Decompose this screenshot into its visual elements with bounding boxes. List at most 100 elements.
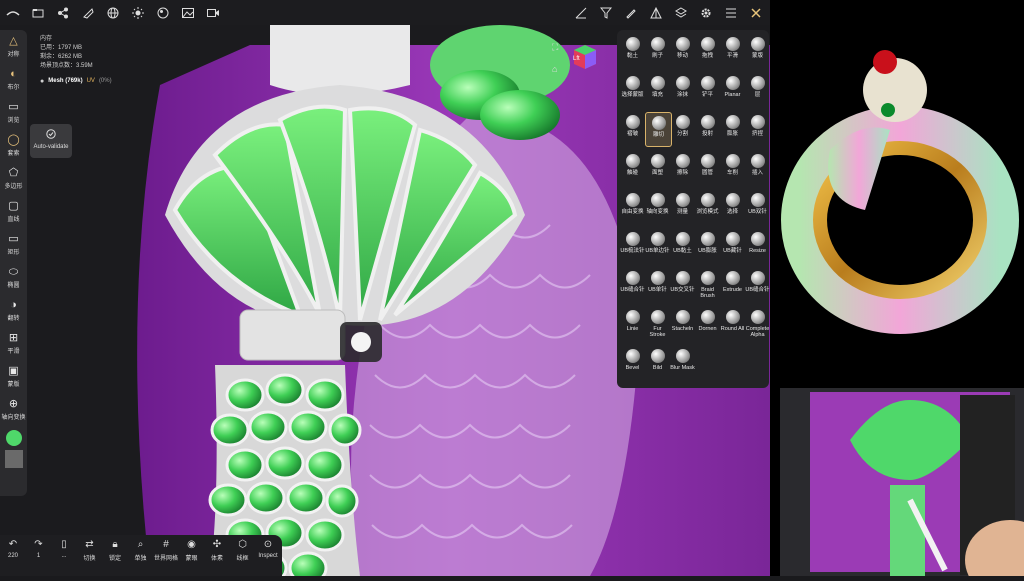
bottom-tool-3[interactable]: ⇄ 切换 [78,539,102,562]
brush-5-5[interactable]: Resize [745,229,770,262]
brush-5-3[interactable]: UB膨胀 [695,229,720,262]
brush-6-1[interactable]: UB单针 [645,268,670,301]
pen-icon[interactable] [618,0,643,25]
brush-6-4[interactable]: Extrude [720,268,745,301]
brush-7-4[interactable]: Round All [720,307,745,340]
auto-validate-tooltip[interactable]: Auto-validate [30,124,72,158]
triangle-icon[interactable] [643,0,668,25]
left-tool-9[interactable]: ⊞ 平滑 [0,327,27,360]
brush-7-3[interactable]: Dornen [695,307,720,340]
brush-2-0[interactable]: 褶皱 [620,112,645,145]
brush-6-3[interactable]: Braid Brush [695,268,720,301]
brush-8-0[interactable]: Bevel [620,346,645,379]
brush-8-1[interactable]: Bild [645,346,670,379]
bottom-tool-1[interactable]: ↷ 1 [27,539,51,559]
brush-7-5[interactable]: Complete Alpha [745,307,770,340]
brush-5-2[interactable]: UB黏土 [670,229,695,262]
measure-icon[interactable] [568,0,593,25]
brush-2-5[interactable]: 挤捏 [745,112,770,145]
left-tool-2[interactable]: ▭ 浏览 [0,96,27,129]
brush-1-2[interactable]: 涂抹 [670,73,695,106]
brush-0-0[interactable]: 黏土 [620,34,645,67]
brush-4-4[interactable]: 选择 [720,190,745,223]
brush-4-2[interactable]: 测量 [670,190,695,223]
brush-1-5[interactable]: 层 [745,73,770,106]
eye-icon[interactable]: ● [40,77,44,86]
brush-3-3[interactable]: 圆管 [695,151,720,184]
bottom-tool-10[interactable]: ⊙ Inspect [256,539,280,559]
left-tool-6[interactable]: ▭ 矩形 [0,228,27,261]
brush-0-2[interactable]: 移动 [670,34,695,67]
brush-1-0[interactable]: 选择蒙版 [620,73,645,106]
left-tool-5[interactable]: ▢ 直线 [0,195,27,228]
paint-icon[interactable] [75,0,100,25]
brush-4-0[interactable]: 自由变换 [620,190,645,223]
view-cube-gizmo[interactable]: Lft [570,42,600,72]
settings-icon[interactable] [693,0,718,25]
left-tool-3[interactable]: ◯ 套索 [0,129,27,162]
brush-0-1[interactable]: 刷子 [645,34,670,67]
left-tool-1[interactable]: ◐ 布尔 [0,63,27,96]
percent-label: (0%) [98,78,112,84]
bottom-tool-4[interactable]: 🔒︎ 锁定 [103,539,127,562]
left-tool-0[interactable]: △ 对称 [0,30,27,63]
fullscreen-icon[interactable]: ⛶ [552,42,558,53]
bottom-tool-8[interactable]: ✣ 体素 [205,539,229,562]
brush-6-5[interactable]: UB缝合针 [745,268,770,301]
brush-3-0[interactable]: 触碰 [620,151,645,184]
brush-6-2[interactable]: UB交叉针 [670,268,695,301]
filter-icon[interactable] [593,0,618,25]
brush-3-5[interactable]: 插入 [745,151,770,184]
brush-7-2[interactable]: Stacheln [670,307,695,340]
close-icon[interactable] [743,0,768,25]
left-tool-4[interactable]: ⬠ 多边形 [0,162,27,195]
brush-3-2[interactable]: 擦除 [670,151,695,184]
brush-8-2[interactable]: Blur Mask [670,346,695,379]
brush-0-3[interactable]: 拖拽 [695,34,720,67]
brush-7-0[interactable]: Linie [620,307,645,340]
bottom-tool-5[interactable]: ⌕ 单独 [129,539,153,562]
brush-1-4[interactable]: Planar [720,73,745,106]
layers-icon[interactable] [668,0,693,25]
left-tool-8[interactable]: ◑ 翻转 [0,294,27,327]
image-icon[interactable] [175,0,200,25]
brush-5-0[interactable]: UB梳法针 [620,229,645,262]
brush-2-3[interactable]: 投射 [695,112,720,145]
globe-icon[interactable] [100,0,125,25]
brush-2-2[interactable]: 分割 [670,112,695,145]
brush-7-1[interactable]: Fur Stroke [645,307,670,340]
bottom-tool-7[interactable]: ◉ 蒙眼 [180,539,204,562]
home-icon[interactable]: ⌂ [552,64,557,74]
video-icon[interactable] [200,0,225,25]
brush-2-4[interactable]: 膨胀 [720,112,745,145]
brush-0-5[interactable]: 蒙版 [745,34,770,67]
brush-4-3[interactable]: 浏览模式 [695,190,720,223]
menu-icon[interactable] [718,0,743,25]
brush-1-1[interactable]: 填充 [645,73,670,106]
brush-3-4[interactable]: 车削 [720,151,745,184]
brush-3-1[interactable]: 面塑 [645,151,670,184]
share-icon[interactable] [50,0,75,25]
logo-icon[interactable] [0,0,25,25]
brush-4-5[interactable]: UB双针 [745,190,770,223]
left-tool-11[interactable]: ⊕ 轴向变换 [0,393,27,426]
brush-6-0[interactable]: UB缝合针 [620,268,645,301]
material-swatch[interactable] [4,450,23,468]
sun-icon[interactable] [125,0,150,25]
bottom-tool-2[interactable]: ▯... [52,539,76,559]
brush-5-1[interactable]: UB单边针 [645,229,670,262]
mesh-row[interactable]: ● Mesh (769k) UV (0%) [40,77,112,86]
brush-1-3[interactable]: 铲平 [695,73,720,106]
brush-4-1[interactable]: 轴向变换 [645,190,670,223]
bottom-tool-0[interactable]: ↶ 220 [1,539,25,559]
bottom-tool-9[interactable]: ⬡ 线框 [231,539,255,562]
material-icon[interactable] [150,0,175,25]
left-tool-10[interactable]: ▣ 蒙版 [0,360,27,393]
folder-icon[interactable] [25,0,50,25]
brush-5-4[interactable]: UB藏针 [720,229,745,262]
left-tool-7[interactable]: ⬭ 椭圆 [0,261,27,294]
color-swatch[interactable] [5,430,22,446]
brush-0-4[interactable]: 平滑 [720,34,745,67]
brush-2-1[interactable]: 雕切 [645,112,672,147]
bottom-tool-6[interactable]: # 世界网格 [154,539,178,562]
